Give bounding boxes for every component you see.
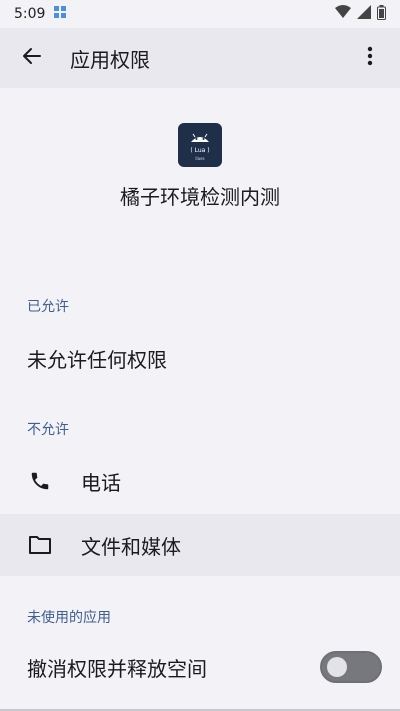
revoke-permissions-toggle[interactable] — [320, 651, 382, 683]
permission-label-phone: 电话 — [81, 470, 121, 495]
status-right — [335, 4, 386, 24]
app-header: ( Lua ) llaes 橘子环境检测内测 — [0, 110, 400, 210]
app-icon-subtext: llaes — [195, 156, 204, 161]
allowed-empty-row: 未允许任何权限 — [0, 330, 400, 386]
app-icon-text: ( Lua ) — [190, 147, 209, 154]
allowed-empty-text: 未允许任何权限 — [27, 347, 167, 372]
more-vert-icon — [367, 46, 373, 70]
revoke-permissions-label: 撤消权限并释放空间 — [27, 656, 207, 681]
more-options-button[interactable] — [350, 38, 390, 78]
permission-row-files-media[interactable]: 文件和媒体 — [0, 514, 400, 576]
app-name: 橘子环境检测内测 — [120, 185, 280, 209]
section-unused-apps-label: 未使用的应用 — [27, 610, 111, 626]
app-bar: 应用权限 — [0, 28, 400, 88]
arrow-left-icon — [22, 46, 42, 70]
wifi-icon — [335, 5, 351, 23]
notification-icon — [53, 5, 67, 23]
revoke-permissions-row[interactable]: 撤消权限并释放空间 — [0, 638, 400, 696]
app-icon: ( Lua ) llaes — [178, 123, 222, 167]
permission-row-phone[interactable]: 电话 — [0, 450, 400, 512]
page-title: 应用权限 — [70, 47, 150, 72]
back-button[interactable] — [12, 38, 52, 78]
status-bar: 5:09 — [0, 0, 400, 28]
section-not-allowed-label: 不允许 — [27, 422, 69, 438]
toggle-knob — [327, 657, 347, 677]
signal-icon — [357, 5, 371, 23]
battery-icon — [377, 4, 386, 24]
android-head-icon: ( Lua ) llaes — [190, 133, 210, 161]
permission-label-files-media: 文件和媒体 — [81, 534, 181, 559]
section-allowed-label: 已允许 — [27, 299, 69, 315]
status-time: 5:09 — [14, 6, 46, 22]
phone-icon — [27, 468, 53, 494]
folder-icon — [27, 532, 53, 558]
status-left: 5:09 — [14, 5, 67, 23]
